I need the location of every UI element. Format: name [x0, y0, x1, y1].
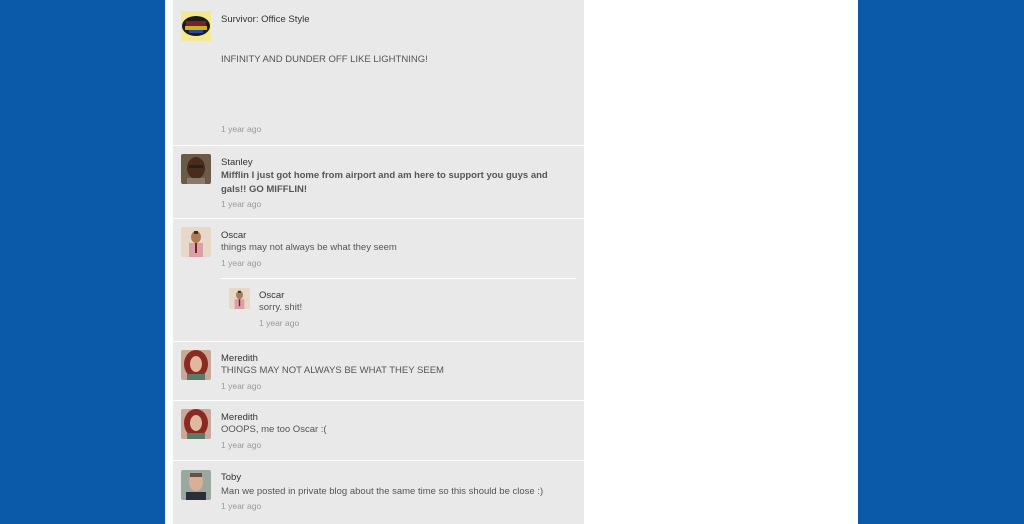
comment-timestamp: 1 year ago [221, 258, 262, 268]
comment-text: Man we posted in private blog about the … [221, 486, 544, 497]
page-content: Survivor: Office Style INFINITY AND DUND… [165, 0, 858, 524]
comment-item: Meredith OOOPS, me too Oscar :( 1 year a… [173, 401, 584, 461]
reply-divider [221, 278, 576, 279]
comment-item: Oscar things may not always be what they… [173, 219, 584, 342]
comment-timestamp: 1 year ago [221, 124, 262, 134]
comment-item: Toby Man we posted in private blog about… [173, 461, 584, 524]
comment-author[interactable]: Toby [221, 472, 241, 483]
comment-author[interactable]: Stanley [221, 157, 253, 168]
reply-author[interactable]: Oscar [259, 290, 284, 301]
comment-timestamp: 1 year ago [221, 501, 262, 511]
avatar-stanley[interactable] [181, 154, 211, 184]
comment-text: THINGS MAY NOT ALWAYS BE WHAT THEY SEEM [221, 365, 444, 376]
avatar-meredith[interactable] [181, 350, 211, 380]
comment-item: Meredith THINGS MAY NOT ALWAYS BE WHAT T… [173, 342, 584, 401]
comment-timestamp: 1 year ago [221, 199, 262, 209]
reply-timestamp: 1 year ago [259, 318, 300, 328]
comment-author[interactable]: Meredith [221, 353, 258, 364]
avatar-meredith[interactable] [181, 409, 211, 439]
comment-author[interactable]: Oscar [221, 230, 246, 241]
comment-timestamp: 1 year ago [221, 440, 262, 450]
reply-text: sorry. shit! [259, 302, 303, 313]
comment-text: things may not always be what they seem [221, 242, 397, 253]
comment-text: INFINITY AND DUNDER OFF LIKE LIGHTNING! [221, 54, 428, 65]
avatar-toby[interactable] [181, 470, 211, 500]
comment-author[interactable]: Meredith [221, 412, 258, 423]
comment-item: Survivor: Office Style INFINITY AND DUND… [173, 0, 584, 146]
avatar-oscar-reply[interactable] [229, 288, 250, 309]
comment-text: OOOPS, me too Oscar :( [221, 424, 327, 435]
comment-timestamp: 1 year ago [221, 381, 262, 391]
avatar-oscar[interactable] [181, 227, 211, 257]
comment-feed: Survivor: Office Style INFINITY AND DUND… [173, 0, 584, 524]
comment-item: Stanley Mifflin I just got home from air… [173, 146, 584, 219]
comment-text: Mifflin I just got home from airport and… [221, 170, 548, 195]
comment-author[interactable]: Survivor: Office Style [221, 14, 310, 25]
avatar-survivor-logo[interactable] [181, 11, 211, 41]
